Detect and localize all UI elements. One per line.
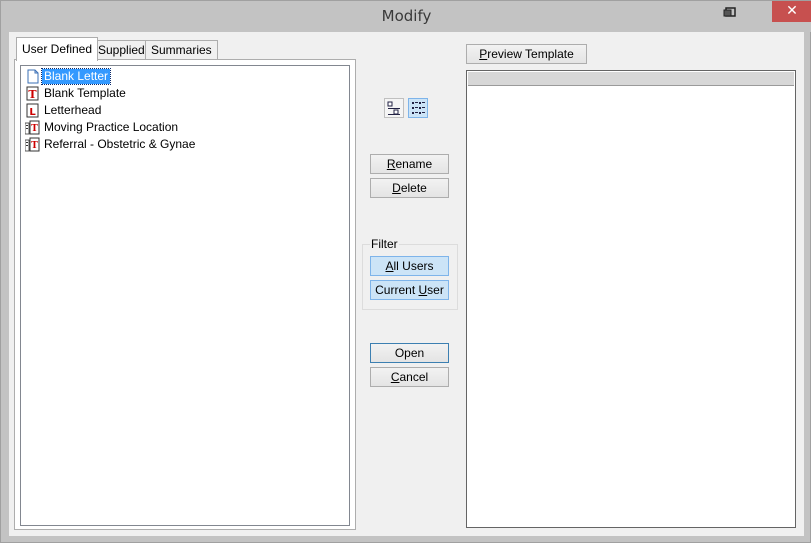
template-t-icon: T: [25, 86, 40, 101]
button-label: review Template: [487, 47, 574, 61]
view-small-icons-button[interactable]: [384, 98, 404, 118]
tab-label: Summaries: [151, 43, 212, 57]
list-item-label: Letterhead: [44, 103, 102, 117]
template-preview-pane[interactable]: [466, 70, 796, 528]
list-item-label: Moving Practice Location: [44, 120, 179, 134]
preview-header: [468, 72, 794, 86]
close-icon: ✕: [786, 3, 798, 19]
list-item-label: Blank Template: [44, 86, 126, 100]
svg-text:T: T: [31, 124, 38, 134]
open-button[interactable]: Open: [370, 343, 449, 363]
delete-button[interactable]: Delete: [370, 178, 449, 198]
tab-panel: Blank Letter T Blank Template L Letterhe…: [14, 59, 356, 530]
blank-letter-icon: [25, 69, 40, 84]
filter-group: [362, 244, 458, 310]
small-icons-icon: [385, 101, 403, 120]
list-item-letterhead[interactable]: L Letterhead: [25, 102, 103, 119]
tab-user-defined[interactable]: User Defined: [16, 37, 99, 61]
list-item-blank-letter[interactable]: Blank Letter: [25, 68, 112, 85]
button-label: ancel: [399, 370, 429, 384]
linked-template-icon: T: [24, 120, 40, 135]
tab-summaries[interactable]: Summaries: [145, 40, 218, 60]
button-label: Current: [375, 283, 419, 297]
filter-label: Filter: [370, 237, 399, 251]
list-item-moving-practice-location[interactable]: T Moving Practice Location: [24, 119, 180, 136]
list-item-label: Referral - Obstetric & Gynae: [44, 137, 196, 151]
button-label: U: [418, 283, 428, 297]
list-item-label: Blank Letter: [40, 68, 112, 85]
all-users-button[interactable]: All Users: [370, 256, 449, 276]
button-label: ename: [395, 157, 433, 171]
preview-template-button[interactable]: Preview Template: [466, 44, 587, 64]
tab-supplied[interactable]: Supplied: [92, 40, 151, 60]
restore-icon[interactable]: [720, 5, 740, 21]
svg-text:L: L: [29, 107, 36, 118]
rename-button[interactable]: Rename: [370, 154, 449, 174]
letterhead-icon: L: [25, 103, 40, 118]
dialog-client: Supplied Summaries User Defined Blank Le…: [9, 32, 804, 536]
button-label: ser: [427, 283, 444, 297]
template-list[interactable]: Blank Letter T Blank Template L Letterhe…: [20, 65, 350, 526]
linked-template-icon: T: [24, 137, 40, 152]
tab-label: User Defined: [22, 42, 93, 56]
svg-text:T: T: [28, 88, 37, 101]
tab-label: Supplied: [98, 43, 145, 57]
title-bar[interactable]: Modify ✕: [1, 1, 811, 32]
button-label: ll Users: [393, 259, 434, 273]
button-label: Open: [394, 346, 425, 360]
window-title: Modify: [381, 7, 432, 25]
button-label: A: [385, 259, 394, 273]
list-item-referral-obstetric-gynae[interactable]: T Referral - Obstetric & Gynae: [24, 136, 197, 153]
list-item-blank-template[interactable]: T Blank Template: [25, 85, 128, 102]
close-button[interactable]: ✕: [772, 1, 811, 22]
button-label: elete: [400, 181, 427, 195]
svg-text:T: T: [31, 141, 38, 151]
cancel-button[interactable]: Cancel: [370, 367, 449, 387]
details-list-icon: [409, 102, 427, 120]
modify-dialog: Modify ✕ Supplied Summaries User Defined…: [0, 0, 811, 543]
view-details-button[interactable]: [408, 98, 428, 118]
button-label: D: [392, 181, 401, 195]
current-user-button[interactable]: Current User: [370, 280, 449, 300]
